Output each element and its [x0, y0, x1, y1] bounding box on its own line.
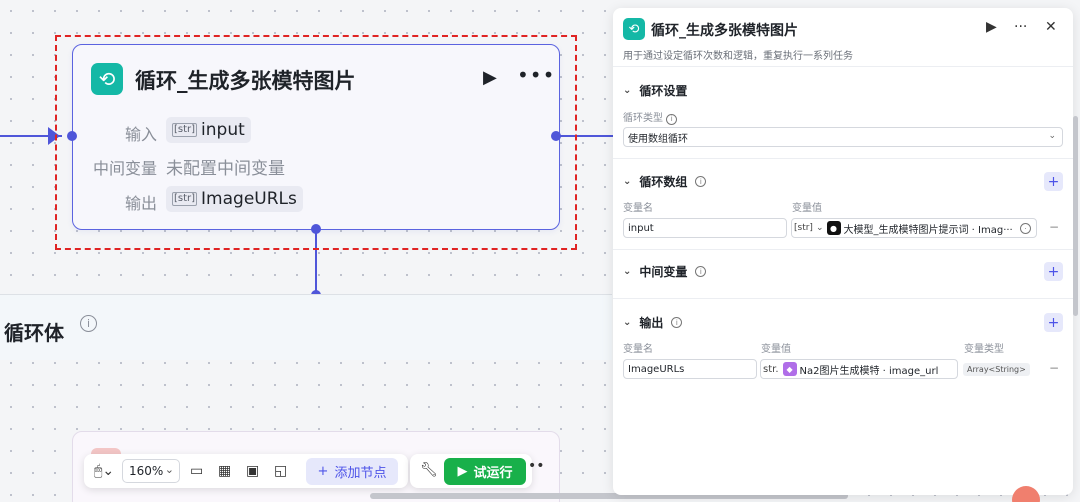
output-tag: [str] ImageURLs: [166, 186, 303, 212]
intermediate-value: 未配置中间变量: [166, 159, 285, 179]
output-name-value: ImageURLs: [628, 363, 685, 375]
add-array-button[interactable]: +: [1044, 172, 1063, 191]
section-output[interactable]: ⌄ 输出 i: [623, 314, 683, 331]
array-value-ref-text: 大模型_生成模特图片提示词 · Imag···: [843, 224, 1013, 236]
divider: [613, 158, 1073, 159]
more-options-icon[interactable]: ···: [1014, 19, 1027, 35]
input-tag: [str] input: [166, 117, 251, 143]
array-value-ref[interactable]: [str] ⌄ ● 大模型_生成模特图片提示词 · Imag··· ·: [791, 218, 1037, 238]
loop-type-select[interactable]: 使用数组循环 ⌄: [623, 127, 1063, 147]
run-node-icon[interactable]: ▶: [483, 67, 497, 88]
chevron-down-icon: ⌄: [623, 266, 632, 277]
more-options-icon[interactable]: •••: [517, 63, 555, 87]
chevron-down-icon: ⌄: [623, 176, 632, 187]
chevron-down-icon: ⌄: [164, 463, 174, 476]
loop-body-title: 循环体: [4, 321, 64, 345]
image-gen-icon: ◆: [782, 362, 797, 376]
close-icon[interactable]: ✕: [1045, 19, 1057, 35]
add-intermediate-button[interactable]: +: [1044, 262, 1063, 281]
image-icon[interactable]: ▣: [246, 463, 259, 479]
remove-icon[interactable]: −: [1049, 361, 1059, 375]
loop-type-label: 循环类型 i: [623, 109, 678, 125]
output-label: 输出: [124, 194, 157, 213]
section-title: 循环设置: [639, 84, 688, 98]
add-node-button[interactable]: + 添加节点: [306, 458, 398, 485]
input-label: 输入: [124, 125, 157, 144]
input-value: input: [201, 120, 245, 140]
intermediate-label: 中间变量: [92, 159, 157, 178]
section-title: 输出: [639, 316, 664, 330]
remove-icon[interactable]: −: [1049, 220, 1059, 234]
loop-body-band: 循环体 i: [0, 294, 612, 360]
node-title: 循环_生成多张模特图片: [135, 69, 356, 93]
divider: [613, 298, 1073, 299]
comment-icon[interactable]: ▭: [190, 463, 203, 479]
loop-node[interactable]: ⟲ 循环_生成多张模特图片 ▶ ••• 输入 [str] input 中间变量 …: [72, 44, 560, 230]
canvas-toolbar: 🖱︎⌄ 160% ⌄ ▭ ▦ ▣ ◱ + 添加节点: [84, 454, 408, 488]
wrench-icon[interactable]: 🔧︎: [420, 462, 438, 478]
info-icon[interactable]: i: [671, 317, 683, 328]
output-value: ImageURLs: [201, 189, 297, 209]
test-run-label: 试运行: [473, 466, 513, 481]
node-config-panel: ⟲ 循环_生成多张模特图片 ▶ ··· ✕ 用于通过设定循环次数和逻辑，重复执行…: [613, 8, 1073, 495]
play-icon: ▶: [457, 464, 468, 479]
plus-icon: +: [317, 464, 329, 479]
output-value-ref[interactable]: str. ◆ Na2图片生成模特 · image_url: [760, 359, 958, 379]
type-select[interactable]: [str] ⌄: [794, 223, 827, 233]
section-intermediate[interactable]: ⌄ 中间变量 i: [623, 263, 707, 280]
info-icon[interactable]: i: [80, 315, 97, 332]
add-node-label: 添加节点: [334, 466, 387, 481]
port-input[interactable]: [67, 131, 77, 141]
loop-type-value: 使用数组循环: [628, 133, 688, 145]
array-string-type-icon: [str]: [172, 123, 198, 137]
column-value-label: 变量值: [761, 344, 791, 355]
chevron-down-icon: ⌄: [815, 223, 824, 233]
section-loop-array[interactable]: ⌄ 循环数组 i: [623, 173, 707, 190]
info-icon[interactable]: i: [695, 266, 707, 277]
info-icon[interactable]: i: [666, 113, 678, 125]
column-name-label: 变量名: [623, 203, 653, 214]
more-dots-icon[interactable]: ••: [528, 458, 545, 474]
chevron-down-icon: ⌄: [1048, 131, 1056, 141]
section-loop-settings[interactable]: ⌄ 循环设置: [623, 82, 687, 99]
panel-title: 循环_生成多张模特图片: [651, 23, 798, 39]
column-value-label: 变量值: [792, 203, 822, 214]
divider: [613, 249, 1073, 250]
value-type: str.: [763, 363, 779, 375]
chevron-down-icon: ⌄: [623, 317, 632, 328]
zoom-select[interactable]: 160% ⌄: [122, 459, 180, 483]
array-string-type-icon: [str]: [172, 192, 198, 206]
port-output[interactable]: [551, 131, 561, 141]
output-value-ref-text: Na2图片生成模特 · image_url: [799, 365, 939, 377]
loop-type-label-text: 循环类型: [623, 113, 663, 124]
zoom-value: 160%: [129, 464, 164, 478]
divider: [613, 66, 1073, 67]
target-icon[interactable]: ·: [1020, 223, 1031, 234]
loop-icon: ⟲: [91, 63, 123, 95]
output-name-input[interactable]: ImageURLs: [623, 359, 757, 379]
array-name-value: input: [628, 222, 654, 234]
section-title: 循环数组: [639, 175, 688, 189]
run-toolbar: 🔧︎ ▶ 试运行: [410, 454, 532, 488]
column-type-label: 变量类型: [964, 344, 1004, 355]
test-run-button[interactable]: ▶ 试运行: [444, 458, 526, 485]
layout-grid-icon[interactable]: ▦: [218, 463, 231, 479]
minimap-icon[interactable]: ◱: [274, 463, 287, 479]
run-icon[interactable]: ▶: [986, 19, 997, 35]
output-type-badge: Array<String>: [963, 363, 1030, 376]
array-name-input[interactable]: input: [623, 218, 787, 238]
type-value: [str]: [794, 223, 813, 233]
port-bottom[interactable]: [311, 224, 321, 234]
info-icon[interactable]: i: [695, 176, 707, 187]
add-output-button[interactable]: +: [1044, 313, 1063, 332]
column-name-label: 变量名: [623, 344, 653, 355]
panel-description: 用于通过设定循环次数和逻辑，重复执行一系列任务: [623, 51, 853, 62]
chevron-down-icon: ⌄: [623, 85, 632, 96]
mouse-mode-icon[interactable]: 🖱︎⌄: [94, 463, 114, 479]
llm-icon: ●: [826, 221, 841, 235]
section-title: 中间变量: [639, 265, 688, 279]
vertical-scrollbar[interactable]: [1073, 116, 1078, 316]
loop-icon: ⟲: [623, 18, 645, 40]
